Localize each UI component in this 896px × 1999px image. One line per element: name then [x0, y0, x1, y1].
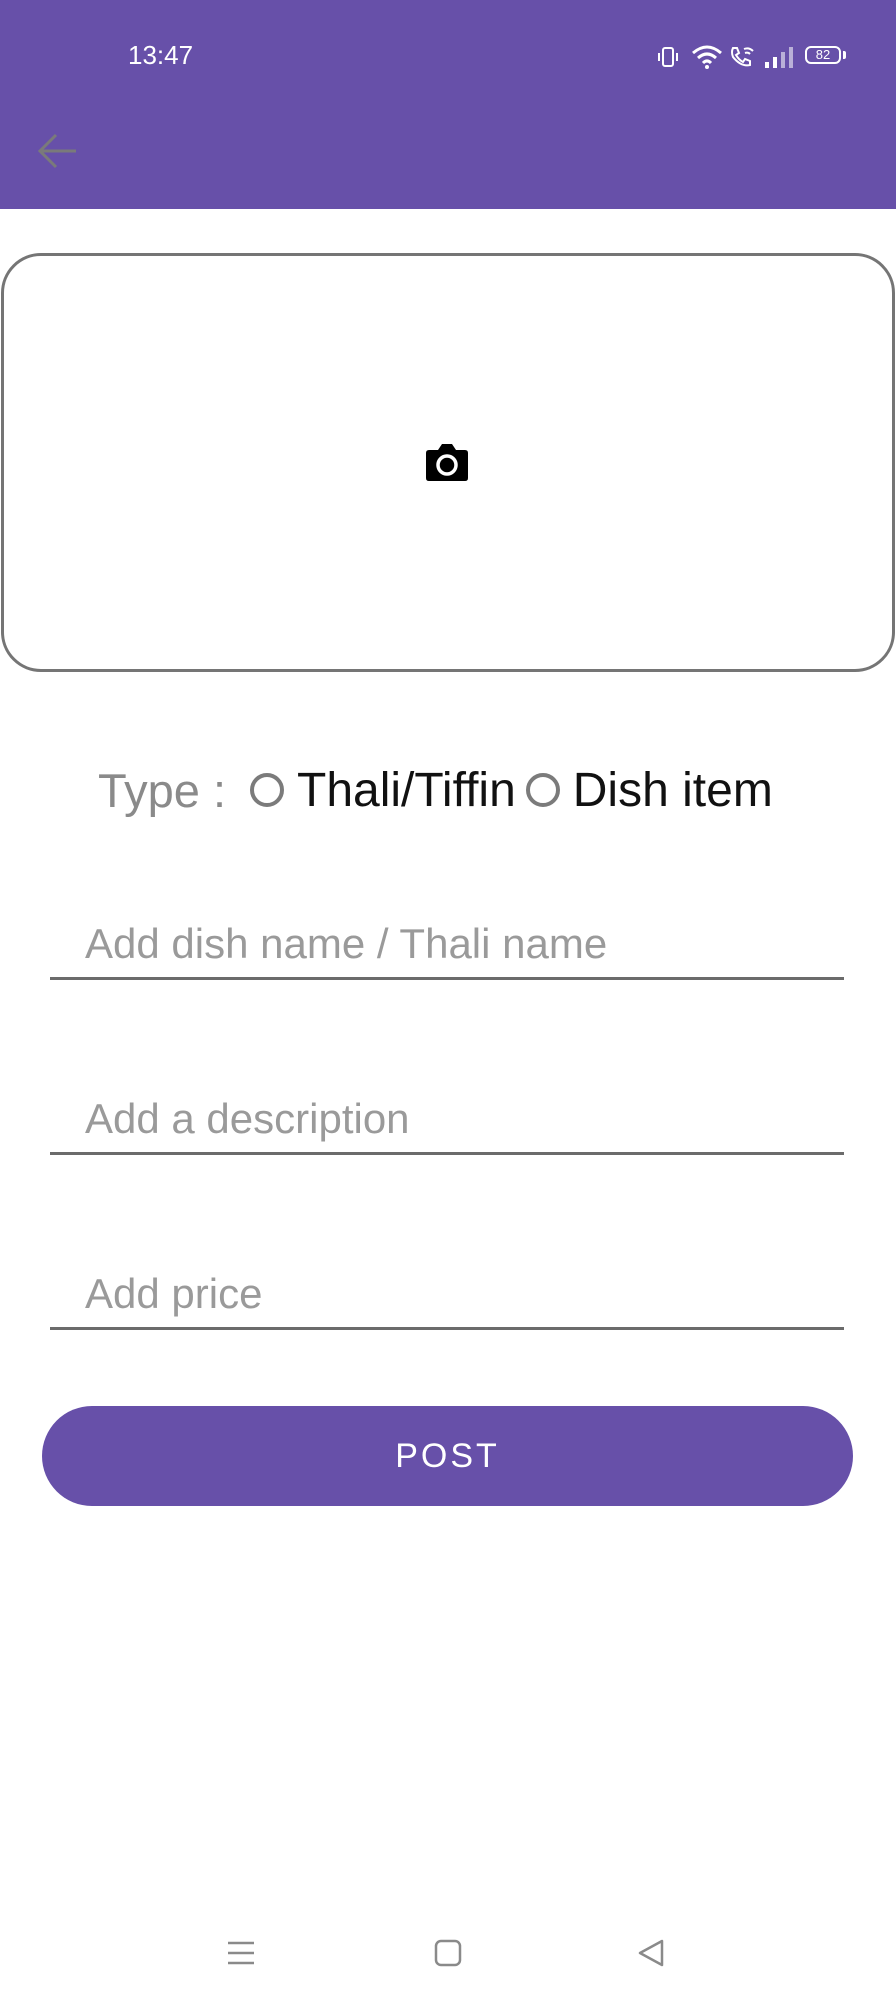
dish-name-input[interactable] — [50, 910, 844, 977]
back-triangle-icon[interactable] — [637, 1938, 665, 1968]
app-bar — [0, 0, 896, 209]
price-field — [50, 1260, 844, 1330]
battery-tip — [843, 51, 846, 59]
radio-label-dish-item[interactable]: Dish item — [573, 763, 773, 818]
price-input[interactable] — [50, 1260, 844, 1327]
home-icon[interactable] — [434, 1939, 462, 1967]
type-selector: Type : Thali/Tiffin Dish item — [98, 760, 783, 820]
dish-name-field — [50, 910, 844, 980]
radio-label-thali-tiffin[interactable]: Thali/Tiffin — [297, 763, 516, 818]
type-label: Type : — [98, 763, 227, 817]
battery-icon: 82 — [805, 46, 841, 64]
vibrate-icon — [658, 47, 678, 67]
menu-icon[interactable] — [226, 1940, 256, 1966]
arrow-back-icon[interactable] — [36, 131, 80, 171]
status-time: 13:47 — [128, 40, 194, 70]
description-field — [50, 1085, 844, 1155]
radio-thali-tiffin[interactable] — [250, 773, 285, 807]
wifi-icon — [692, 45, 722, 69]
camera-icon[interactable] — [425, 442, 469, 482]
radio-dish-item[interactable] — [525, 773, 560, 807]
description-input[interactable] — [50, 1085, 844, 1152]
post-button[interactable]: POST — [42, 1406, 853, 1506]
signal-icon — [765, 47, 793, 68]
wifi-call-icon — [731, 47, 754, 67]
